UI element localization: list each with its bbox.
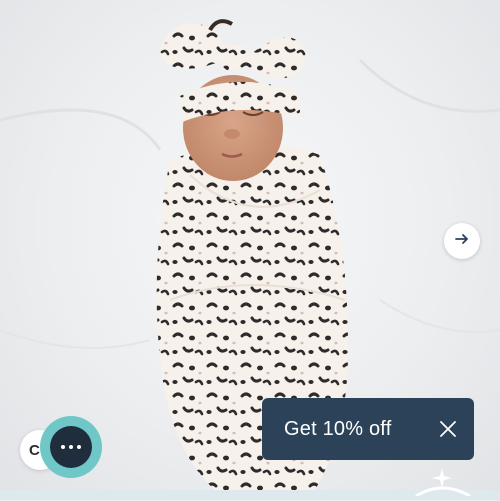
- chat-bubble-icon: [50, 426, 92, 468]
- promo-label[interactable]: Get 10% off: [284, 418, 436, 441]
- sparkle-icon: [412, 466, 472, 498]
- close-icon[interactable]: [436, 417, 460, 441]
- carousel-next-button[interactable]: [444, 223, 480, 259]
- arrow-right-icon: [454, 231, 470, 252]
- thumbnail-label: C: [29, 441, 40, 459]
- chat-launcher-button[interactable]: [40, 416, 102, 478]
- discount-promo-banner[interactable]: Get 10% off: [262, 398, 474, 460]
